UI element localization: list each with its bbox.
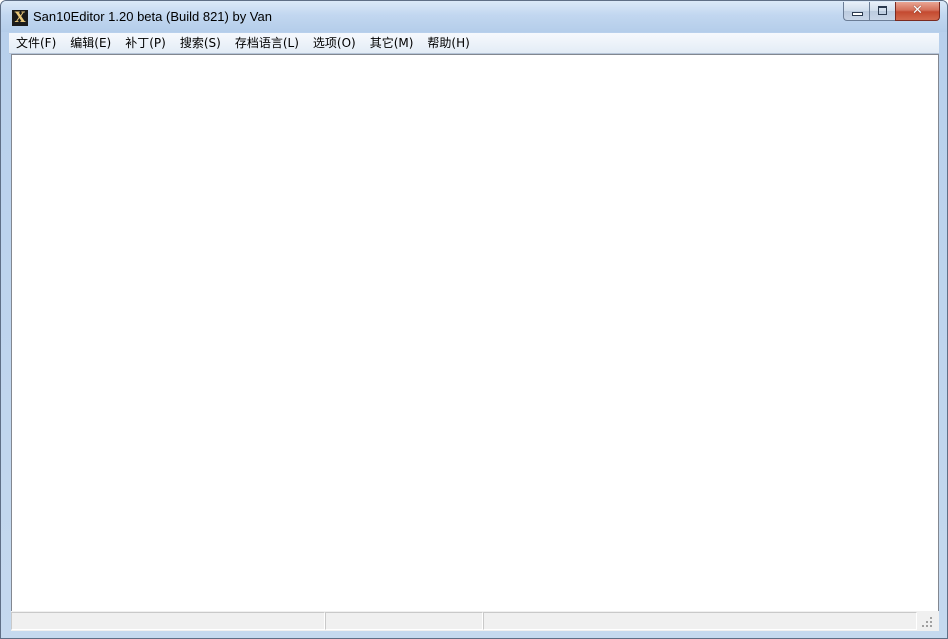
- menu-search[interactable]: 搜索(S): [173, 33, 228, 53]
- maximize-icon: [878, 6, 887, 15]
- menu-help[interactable]: 帮助(H): [420, 33, 476, 53]
- close-button[interactable]: ✕: [895, 2, 940, 21]
- maximize-button[interactable]: [869, 2, 895, 21]
- resize-grip-icon[interactable]: [917, 612, 935, 630]
- status-pane-1: [11, 612, 325, 630]
- app-x-icon[interactable]: X: [12, 10, 28, 26]
- app-window: X San10Editor 1.20 beta (Build 821) by V…: [0, 0, 948, 639]
- status-bar: [11, 611, 939, 631]
- minimize-button[interactable]: [843, 2, 869, 21]
- minimize-icon: [852, 12, 863, 16]
- menu-file[interactable]: 文件(F): [9, 33, 63, 53]
- window-title: San10Editor 1.20 beta (Build 821) by Van: [33, 9, 272, 24]
- menu-bar: 文件(F) 编辑(E) 补丁(P) 搜索(S) 存档语言(L) 选项(O) 其它…: [9, 33, 939, 54]
- menu-patch[interactable]: 补丁(P): [118, 33, 173, 53]
- close-icon: ✕: [912, 3, 923, 18]
- status-pane-3: [483, 612, 917, 630]
- menu-save-language[interactable]: 存档语言(L): [228, 33, 306, 53]
- status-pane-2: [325, 612, 483, 630]
- menu-other[interactable]: 其它(M): [363, 33, 421, 53]
- menu-edit[interactable]: 编辑(E): [63, 33, 118, 53]
- menu-options[interactable]: 选项(O): [306, 33, 363, 53]
- title-bar[interactable]: X San10Editor 1.20 beta (Build 821) by V…: [1, 1, 947, 32]
- caption-buttons: ✕: [843, 2, 940, 22]
- editor-client-area[interactable]: [11, 54, 939, 612]
